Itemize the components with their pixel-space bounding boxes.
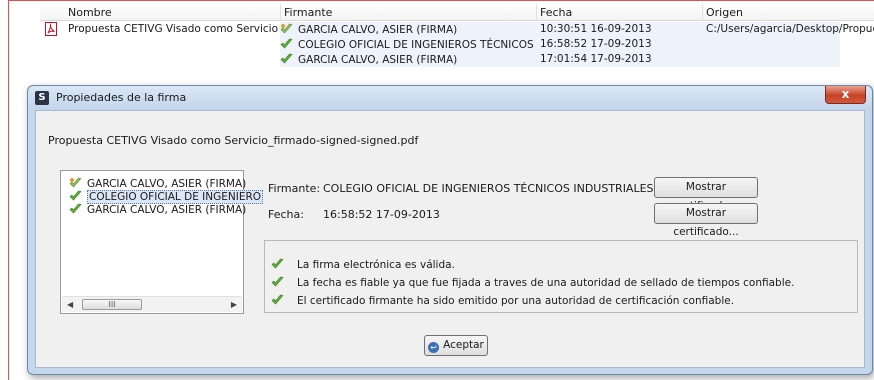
tree-item-signer[interactable]: GARCIA CALVO, ASIER (FIRMA) bbox=[69, 203, 246, 217]
cell-firmante: COLEGIO OFICIAL DE INGENIEROS TÉCNICOS I… bbox=[280, 38, 534, 51]
dialog-content: Propuesta CETIVG Visado como Servicio_fi… bbox=[35, 110, 865, 368]
check-icon bbox=[69, 203, 82, 215]
validation-status-panel: La firma electrónica es válida. La fecha… bbox=[264, 240, 858, 313]
cell-firmante: GARCIA CALVO, ASIER (FIRMA) bbox=[280, 53, 534, 66]
tree-item-signer-selected[interactable]: COLEGIO OFICIAL DE INGENIERO bbox=[69, 190, 264, 204]
column-header-origen[interactable]: Origen bbox=[706, 6, 743, 19]
column-separator[interactable] bbox=[702, 4, 703, 21]
check-icon bbox=[271, 276, 284, 288]
status-line: El certificado firmante ha sido emitido … bbox=[271, 294, 734, 308]
app-logo-icon: S bbox=[35, 91, 49, 105]
column-separator[interactable] bbox=[280, 4, 281, 21]
tree-item-label: GARCIA CALVO, ASIER (FIRMA) bbox=[87, 178, 247, 190]
ok-icon: ↩ bbox=[428, 342, 440, 353]
scrollbar-thumb[interactable]: III bbox=[82, 299, 142, 310]
window-border bbox=[8, 0, 9, 380]
cell-fecha: 16:58:52 17-09-2013 bbox=[540, 38, 652, 50]
signer-name: GARCIA CALVO, ASIER (FIRMA) bbox=[298, 54, 458, 66]
window-border bbox=[8, 0, 874, 1]
scroll-left-arrow-icon[interactable]: ◀ bbox=[67, 300, 73, 309]
check-icon bbox=[280, 38, 293, 50]
firmante-label: Firmante: bbox=[268, 182, 321, 195]
check-icon bbox=[69, 177, 82, 189]
cell-nombre: Propuesta CETIVG Visado como Servicio_fi… bbox=[68, 23, 278, 35]
status-line: La firma electrónica es válida. bbox=[271, 258, 455, 272]
column-header-firmante[interactable]: Firmante bbox=[284, 6, 332, 19]
close-button[interactable]: x bbox=[825, 86, 866, 104]
signer-name: GARCIA CALVO, ASIER (FIRMA) bbox=[298, 24, 458, 36]
tree-item-signer[interactable]: GARCIA CALVO, ASIER (FIRMA) bbox=[69, 177, 246, 191]
column-header-fecha[interactable]: Fecha bbox=[540, 6, 572, 19]
table-row[interactable]: GARCIA CALVO, ASIER (FIRMA) 17:01:54 17-… bbox=[40, 52, 874, 67]
signer-tree[interactable]: GARCIA CALVO, ASIER (FIRMA) COLEGIO OFIC… bbox=[60, 170, 264, 314]
status-text: El certificado firmante ha sido emitido … bbox=[297, 295, 735, 307]
check-icon bbox=[69, 190, 82, 202]
horizontal-scrollbar[interactable]: ◀ III ▶ bbox=[62, 296, 242, 312]
dialog-titlebar[interactable]: S Propiedades de la firma x bbox=[28, 86, 872, 110]
dialog-title: Propiedades de la firma bbox=[56, 91, 187, 104]
firmante-value: COLEGIO OFICIAL DE INGENIEROS TÉCNICOS I… bbox=[323, 182, 711, 195]
accept-button[interactable]: ↩ Aceptar bbox=[424, 335, 488, 356]
table-row[interactable]: Propuesta CETIVG Visado como Servicio_fi… bbox=[40, 22, 874, 37]
status-line: La fecha es fiable ya que fue fijada a t… bbox=[271, 276, 794, 290]
column-separator[interactable] bbox=[536, 4, 537, 21]
signature-properties-dialog: S Propiedades de la firma x Propuesta CE… bbox=[27, 85, 873, 375]
pdf-icon bbox=[45, 22, 57, 36]
status-text: La fecha es fiable ya que fue fijada a t… bbox=[297, 277, 795, 289]
show-timestamp-certificate-button[interactable]: Mostrar certificado... bbox=[654, 203, 758, 238]
cell-firmante: GARCIA CALVO, ASIER (FIRMA) bbox=[280, 23, 534, 36]
signer-name: COLEGIO OFICIAL DE INGENIEROS TÉCNICOS I… bbox=[298, 39, 534, 51]
show-signer-certificate-button[interactable]: Mostrar certificado... bbox=[654, 177, 758, 212]
cell-origen: C:/Users/agarcia/Desktop/Propuest bbox=[706, 23, 874, 35]
scroll-right-arrow-icon[interactable]: ▶ bbox=[231, 300, 237, 309]
table-row[interactable]: COLEGIO OFICIAL DE INGENIEROS TÉCNICOS I… bbox=[40, 37, 874, 52]
close-icon: x bbox=[841, 87, 850, 101]
accept-label: Aceptar bbox=[443, 339, 484, 351]
tree-item-label: COLEGIO OFICIAL DE INGENIERO bbox=[87, 190, 264, 204]
file-name: Propuesta CETIVG Visado como Servicio_fi… bbox=[48, 134, 419, 147]
check-icon bbox=[271, 258, 284, 270]
check-icon bbox=[280, 53, 293, 65]
fecha-label: Fecha: bbox=[268, 208, 304, 221]
fecha-value: 16:58:52 17-09-2013 bbox=[323, 208, 440, 221]
check-icon bbox=[280, 23, 293, 35]
table-header: Nombre Firmante Fecha Origen bbox=[40, 4, 874, 21]
check-icon bbox=[271, 294, 284, 306]
cell-fecha: 10:30:51 16-09-2013 bbox=[540, 23, 652, 35]
status-text: La firma electrónica es válida. bbox=[297, 259, 455, 271]
cell-fecha: 17:01:54 17-09-2013 bbox=[540, 53, 652, 65]
tree-item-label: GARCIA CALVO, ASIER (FIRMA) bbox=[87, 204, 247, 216]
column-header-nombre[interactable]: Nombre bbox=[68, 6, 112, 19]
